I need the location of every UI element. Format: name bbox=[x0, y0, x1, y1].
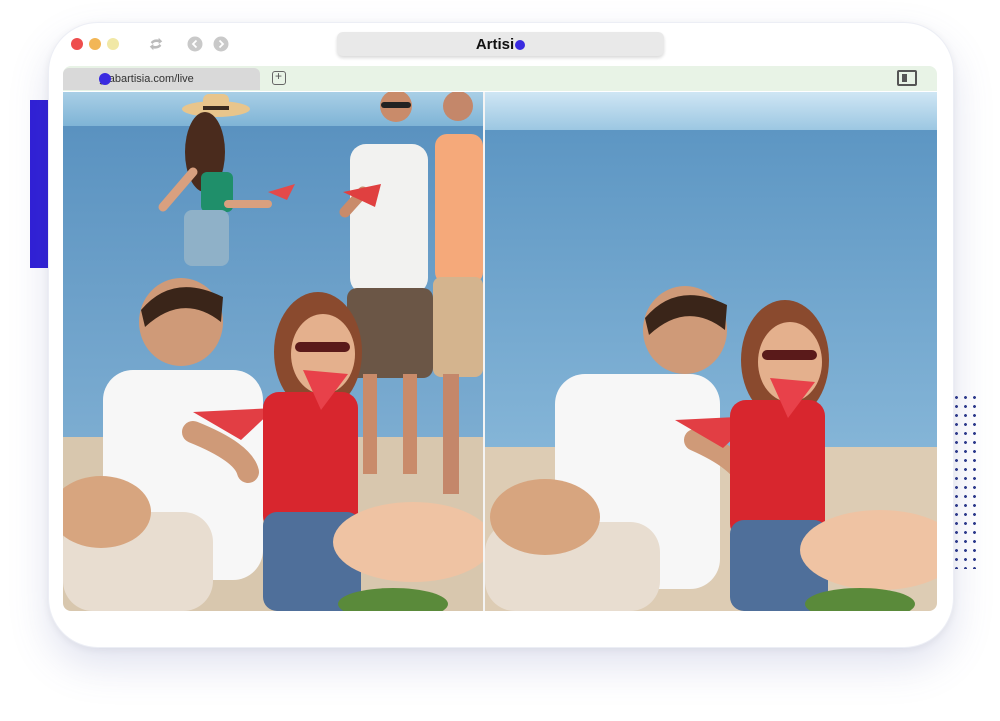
window-title-bar: Artisi bbox=[337, 32, 664, 56]
minimize-dot[interactable] bbox=[89, 38, 101, 50]
decorative-dot-grid bbox=[952, 393, 980, 569]
close-dot[interactable] bbox=[71, 38, 83, 50]
original-photo bbox=[63, 92, 483, 611]
back-icon[interactable] bbox=[187, 36, 203, 52]
refresh-icon[interactable] bbox=[148, 36, 164, 52]
comparison-viewport bbox=[63, 92, 937, 611]
sidebar-toggle-icon[interactable] bbox=[897, 70, 917, 86]
browser-tab[interactable]: grabartisia.com/live bbox=[63, 68, 260, 90]
new-tab-icon[interactable] bbox=[272, 69, 286, 85]
zoom-dot[interactable] bbox=[107, 38, 119, 50]
artisia-logo-icon bbox=[515, 40, 526, 50]
window-title: Artisi bbox=[475, 35, 515, 53]
decorative-accent-bar bbox=[30, 100, 48, 268]
forward-icon[interactable] bbox=[213, 36, 229, 52]
tab-url: grabartisia.com/live bbox=[99, 73, 194, 85]
window-controls bbox=[71, 38, 119, 50]
background-removed-photo bbox=[485, 92, 937, 611]
artisia-logo-icon bbox=[99, 73, 111, 85]
